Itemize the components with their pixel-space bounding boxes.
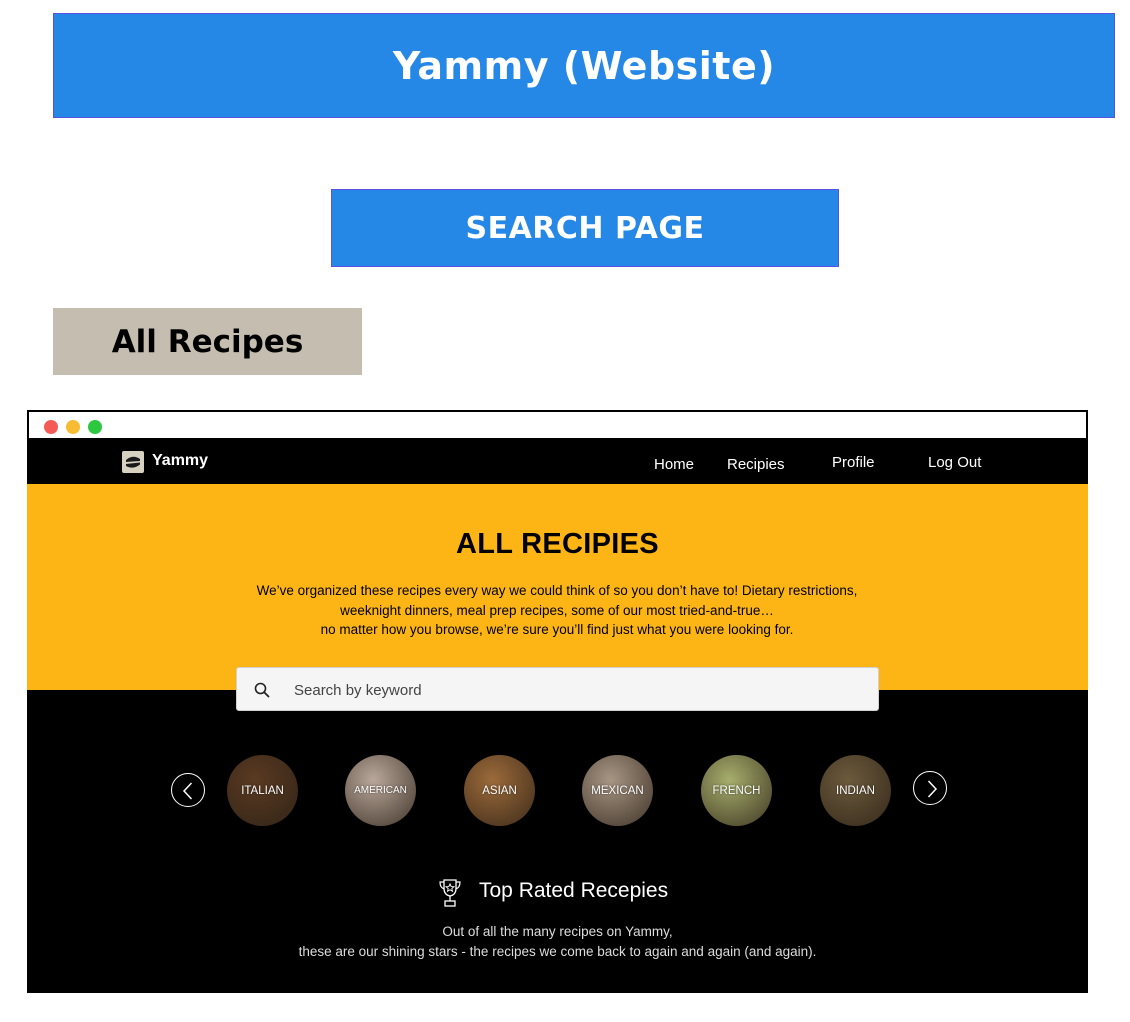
search-input[interactable] (292, 668, 856, 712)
section-label: SEARCH PAGE (331, 189, 839, 267)
category-label: AMERICAN (354, 785, 407, 796)
category-italian[interactable]: ITALIAN (227, 755, 298, 826)
banner-title: Yammy (Website) (392, 43, 776, 88)
chevron-right-icon (927, 780, 938, 798)
burger-icon[interactable] (122, 451, 144, 473)
carousel-prev-button[interactable] (171, 773, 205, 807)
close-dot[interactable] (44, 420, 58, 434)
trophy-icon (438, 878, 462, 913)
category-label: MEXICAN (591, 784, 644, 797)
category-mexican[interactable]: MEXICAN (582, 755, 653, 826)
maximize-dot[interactable] (88, 420, 102, 434)
search-bar[interactable] (236, 667, 879, 712)
top-rated-description: Out of all the many recipes on Yammy, th… (27, 922, 1088, 961)
section-label-text: SEARCH PAGE (465, 210, 705, 246)
window-titlebar (27, 410, 1088, 440)
page-label: All Recipes (53, 308, 362, 375)
category-indian[interactable]: INDIAN (820, 755, 891, 826)
top-rated-desc-line: these are our shining stars - the recipe… (298, 943, 817, 959)
category-french[interactable]: FRENCH (701, 755, 772, 826)
minimize-dot[interactable] (66, 420, 80, 434)
category-label: FRENCH (712, 784, 761, 797)
category-label: ITALIAN (241, 784, 284, 797)
hero-desc-line: weeknight dinners, meal prep recipes, so… (340, 602, 774, 618)
top-rated-desc-line: Out of all the many recipes on Yammy, (442, 924, 673, 939)
top-rated-title: Top Rated Recepies (479, 879, 669, 902)
hero-desc-line: We’ve organized these recipes every way … (256, 583, 858, 598)
page-label-text: All Recipes (111, 323, 304, 360)
category-american[interactable]: AMERICAN (345, 755, 416, 826)
carousel-next-button[interactable] (913, 771, 947, 805)
hero-description: We’ve organized these recipes every way … (207, 581, 907, 640)
nav-home[interactable]: Home (654, 456, 694, 473)
nav-profile[interactable]: Profile (832, 454, 875, 471)
hero-section: ALL RECIPIES We’ve organized these recip… (27, 484, 1088, 690)
nav-log-out[interactable]: Log Out (928, 454, 981, 471)
category-label: ASIAN (482, 784, 517, 797)
nav-recipies[interactable]: Recipies (727, 456, 785, 473)
search-icon[interactable] (254, 682, 270, 703)
category-asian[interactable]: ASIAN (464, 755, 535, 826)
browser-window: Yammy Home Recipies Profile Log Out ALL … (27, 410, 1088, 993)
hero-title: ALL RECIPIES (456, 528, 659, 560)
brand-name[interactable]: Yammy (152, 452, 208, 470)
navbar: Yammy Home Recipies Profile Log Out (27, 440, 1088, 484)
chevron-left-icon (182, 782, 193, 800)
page-banner: Yammy (Website) (53, 13, 1115, 118)
hero-desc-line: no matter how you browse, we’re sure you… (320, 622, 794, 637)
category-label: INDIAN (836, 784, 875, 797)
